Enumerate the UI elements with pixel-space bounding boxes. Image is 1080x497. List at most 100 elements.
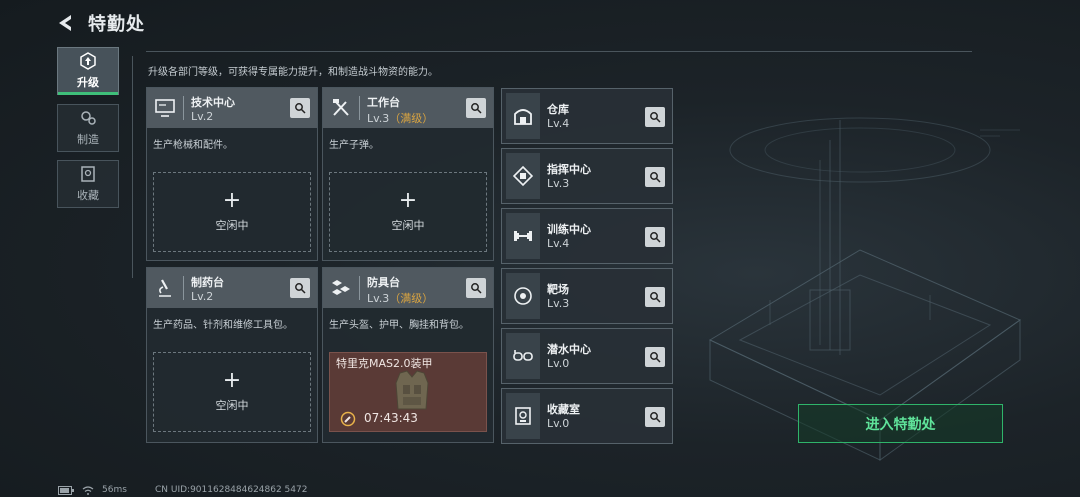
detail-search-button[interactable]: [645, 287, 665, 307]
armor-vest-image: [395, 370, 429, 410]
tab-collection-label: 收藏: [77, 189, 99, 202]
facility-card-training-center[interactable]: 训练中心 Lv.4: [501, 208, 673, 264]
facility-name: 技术中心: [191, 96, 235, 109]
detail-search-button[interactable]: [645, 107, 665, 127]
facility-level: Lv.4: [547, 237, 570, 250]
facility-level: Lv.3（满级）: [367, 112, 434, 125]
facility-level: Lv.3: [547, 177, 570, 190]
plus-icon: +: [222, 188, 242, 213]
target-icon: [514, 287, 532, 305]
detail-search-button[interactable]: [645, 167, 665, 187]
facility-card-collection-room[interactable]: 收藏室 Lv.0: [501, 388, 673, 444]
facility-description: 生产子弹。: [329, 140, 379, 151]
dumbbell-icon: [514, 231, 532, 241]
search-icon: [650, 112, 661, 123]
display-case-icon: [515, 407, 531, 425]
facility-level: Lv.0: [547, 417, 570, 430]
facility-level: Lv.2: [191, 110, 214, 123]
search-icon: [471, 103, 482, 114]
search-icon: [471, 283, 482, 294]
gears-icon: [81, 111, 96, 125]
goggles-icon: [513, 350, 533, 361]
search-icon: [650, 292, 661, 303]
facility-card-warehouse[interactable]: 仓库 Lv.4: [501, 88, 673, 144]
facility-card-pharmacy[interactable]: 制药台 Lv.2 生产药品、针剂和维修工具包。 + 空闲中: [146, 267, 318, 443]
facility-description: 生产药品、针剂和维修工具包。: [153, 320, 293, 331]
warehouse-icon: [514, 109, 532, 125]
detail-search-button[interactable]: [290, 98, 310, 118]
facility-card-tech-center[interactable]: 技术中心 Lv.2 生产枪械和配件。 + 空闲中: [146, 87, 318, 261]
tab-craft[interactable]: 制造: [57, 104, 119, 152]
tab-upgrade-label: 升级: [77, 76, 99, 89]
divider-vertical: [132, 56, 133, 278]
user-uid: CN UID:9011628484624862 5472: [155, 485, 308, 495]
back-arrow-icon[interactable]: [56, 13, 76, 33]
facility-card-command-center[interactable]: 指挥中心 Lv.3: [501, 148, 673, 204]
status-bar: 56ms: [58, 485, 127, 495]
detail-search-button[interactable]: [290, 278, 310, 298]
crafting-timer: 07:43:43: [364, 411, 418, 425]
detail-search-button[interactable]: [466, 278, 486, 298]
search-icon: [650, 352, 661, 363]
plus-icon: +: [398, 188, 418, 213]
detail-search-button[interactable]: [466, 98, 486, 118]
page-title: 特勤处: [88, 14, 145, 35]
slot-status: 空闲中: [391, 219, 425, 232]
facility-name: 靶场: [547, 283, 569, 296]
search-icon: [650, 412, 661, 423]
enter-special-ops-button[interactable]: 进入特勤处: [798, 404, 1003, 443]
slot-status: 空闲中: [215, 399, 249, 412]
tab-upgrade[interactable]: 升级: [57, 47, 119, 95]
facility-description: 生产头盔、护甲、胸挂和背包。: [329, 320, 469, 331]
command-icon: [513, 166, 533, 186]
facility-level: Lv.3: [547, 297, 570, 310]
facility-name: 防具台: [367, 276, 400, 289]
search-icon: [295, 283, 306, 294]
facility-name: 工作台: [367, 96, 400, 109]
facility-name: 收藏室: [547, 403, 580, 416]
facility-name: 潜水中心: [547, 343, 591, 356]
monitor-icon: [155, 99, 175, 117]
facility-level: Lv.4: [547, 117, 570, 130]
divider: [146, 51, 972, 52]
facility-card-armor-bench[interactable]: 防具台 Lv.3（满级） 生产头盔、护甲、胸挂和背包。 特里克MAS2.0装甲 …: [322, 267, 494, 443]
slot-status: 空闲中: [215, 219, 249, 232]
max-level-tag: （满级）: [389, 112, 434, 125]
crafting-slot[interactable]: 特里克MAS2.0装甲 07:43:43: [329, 352, 487, 432]
facility-level: Lv.3（满级）: [367, 292, 434, 305]
detail-search-button[interactable]: [645, 407, 665, 427]
section-description: 升级各部门等级，可获得专属能力提升，和制造战斗物资的能力。: [148, 67, 438, 78]
search-icon: [295, 103, 306, 114]
facility-name: 训练中心: [547, 223, 591, 236]
facility-level: Lv.2: [191, 290, 214, 303]
facility-card-shooting-range[interactable]: 靶场 Lv.3: [501, 268, 673, 324]
ping-value: 56ms: [102, 485, 127, 495]
armor-box-icon: [332, 280, 350, 295]
production-slot[interactable]: + 空闲中: [153, 352, 311, 432]
facility-name: 仓库: [547, 103, 569, 116]
max-level-tag: （满级）: [389, 292, 434, 305]
battery-icon: [58, 485, 74, 495]
facility-name: 制药台: [191, 276, 224, 289]
wrench-icon: [340, 411, 356, 427]
microscope-icon: [159, 279, 171, 297]
detail-search-button[interactable]: [645, 347, 665, 367]
production-slot[interactable]: + 空闲中: [329, 172, 487, 252]
facility-description: 生产枪械和配件。: [153, 140, 233, 151]
production-slot[interactable]: + 空闲中: [153, 172, 311, 252]
wifi-icon: [82, 485, 94, 495]
search-icon: [650, 232, 661, 243]
tab-collection[interactable]: 收藏: [57, 160, 119, 208]
facility-name: 指挥中心: [547, 163, 591, 176]
upgrade-icon: [80, 52, 96, 70]
facility-card-diving-center[interactable]: 潜水中心 Lv.0: [501, 328, 673, 384]
tools-icon: [333, 99, 349, 116]
detail-search-button[interactable]: [645, 227, 665, 247]
search-icon: [650, 172, 661, 183]
facility-level: Lv.0: [547, 357, 570, 370]
plus-icon: +: [222, 368, 242, 393]
collection-icon: [81, 166, 95, 182]
tab-craft-label: 制造: [77, 133, 99, 146]
facility-card-workbench[interactable]: 工作台 Lv.3（满级） 生产子弹。 + 空闲中: [322, 87, 494, 261]
header: 特勤处: [56, 10, 145, 36]
